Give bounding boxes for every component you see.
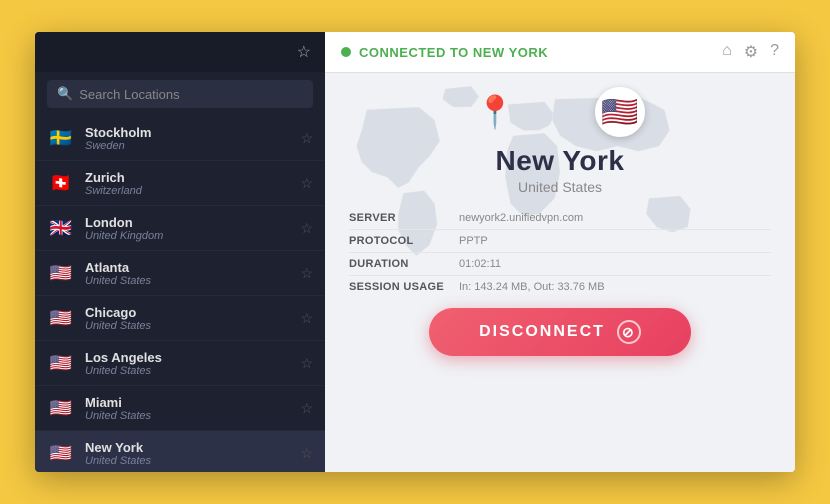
location-flag: 🇺🇸 [47,259,75,287]
info-row: SERVER newyork2.unifiedvpn.com [349,207,771,230]
location-flag: 🇸🇪 [47,124,75,152]
country-name: United States [518,179,602,195]
location-item[interactable]: 🇺🇸 Atlanta United States ☆ [35,251,325,296]
city-name: New York [495,145,624,177]
header-icons: ⌂ ⚙ ? [722,42,779,62]
app-window: ☆ 🔍 🇸🇪 Stockholm Sweden ☆ 🇨🇭 Zurich Swit… [35,32,795,472]
location-star-icon[interactable]: ☆ [300,175,313,192]
location-flag: 🇬🇧 [47,214,75,242]
location-name: Zurich [85,170,300,185]
location-country: Sweden [85,140,300,152]
location-country: Switzerland [85,185,300,197]
location-info: Miami United States [85,395,300,422]
location-star-icon[interactable]: ☆ [300,445,313,462]
settings-icon[interactable]: ⚙ [744,42,758,62]
location-country: United States [85,410,300,422]
location-flag: 🇨🇭 [47,169,75,197]
location-item[interactable]: 🇨🇭 Zurich Switzerland ☆ [35,161,325,206]
location-info: London United Kingdom [85,215,300,242]
location-item[interactable]: 🇺🇸 Chicago United States ☆ [35,296,325,341]
info-row: DURATION 01:02:11 [349,253,771,276]
map-area: 📍 🇺🇸 New York United States SERVER newyo… [325,73,795,472]
location-name: Miami [85,395,300,410]
location-info: Zurich Switzerland [85,170,300,197]
location-country: United Kingdom [85,230,300,242]
location-flag: 🇺🇸 [47,439,75,467]
disconnect-button[interactable]: DISCONNECT ⊘ [429,308,691,356]
location-star-icon[interactable]: ☆ [300,265,313,282]
location-name: Los Angeles [85,350,300,365]
location-name: New York [85,440,300,455]
info-value: In: 143.24 MB, Out: 33.76 MB [459,281,605,293]
main-panel: CONNECTED TO NEW YORK ⌂ ⚙ ? [325,32,795,472]
sidebar-header: ☆ [35,32,325,72]
info-value: PPTP [459,235,488,247]
location-flag: 🇺🇸 [47,304,75,332]
location-country: United States [85,320,300,332]
info-value: 01:02:11 [459,258,501,270]
location-info: Stockholm Sweden [85,125,300,152]
main-header: CONNECTED TO NEW YORK ⌂ ⚙ ? [325,32,795,73]
help-icon[interactable]: ? [770,42,779,62]
location-country: United States [85,365,300,377]
info-label: SERVER [349,212,459,224]
sidebar: ☆ 🔍 🇸🇪 Stockholm Sweden ☆ 🇨🇭 Zurich Swit… [35,32,325,472]
location-name: Chicago [85,305,300,320]
info-label: SESSION USAGE [349,281,459,293]
country-flag-circle: 🇺🇸 [595,87,645,137]
disconnect-label: DISCONNECT [479,323,605,341]
location-item[interactable]: 🇺🇸 Los Angeles United States ☆ [35,341,325,386]
info-label: DURATION [349,258,459,270]
home-icon[interactable]: ⌂ [722,42,732,62]
location-name: London [85,215,300,230]
search-icon: 🔍 [57,86,73,102]
info-value: newyork2.unifiedvpn.com [459,212,583,224]
location-name: Stockholm [85,125,300,140]
location-item[interactable]: 🇬🇧 London United Kingdom ☆ [35,206,325,251]
location-country: United States [85,275,300,287]
location-star-icon[interactable]: ☆ [300,355,313,372]
location-flag: 🇺🇸 [47,394,75,422]
map-content: 📍 🇺🇸 New York United States SERVER newyo… [325,73,795,366]
location-item[interactable]: 🇺🇸 New York United States ☆ [35,431,325,472]
location-list: 🇸🇪 Stockholm Sweden ☆ 🇨🇭 Zurich Switzerl… [35,116,325,472]
location-info: Los Angeles United States [85,350,300,377]
status-dot [341,47,351,57]
location-name: Atlanta [85,260,300,275]
location-flag: 🇺🇸 [47,349,75,377]
map-icons-row: 📍 🇺🇸 [475,87,645,137]
location-info: Chicago United States [85,305,300,332]
info-table: SERVER newyork2.unifiedvpn.com PROTOCOL … [349,207,771,298]
location-pin-icon: 📍 [475,93,515,131]
search-bar: 🔍 [47,80,313,108]
location-item[interactable]: 🇺🇸 Miami United States ☆ [35,386,325,431]
connection-status: CONNECTED TO NEW YORK [341,45,722,60]
location-info: Atlanta United States [85,260,300,287]
location-info: New York United States [85,440,300,467]
info-label: PROTOCOL [349,235,459,247]
country-flag: 🇺🇸 [601,95,638,130]
favorites-icon[interactable]: ☆ [297,42,311,62]
location-star-icon[interactable]: ☆ [300,220,313,237]
location-star-icon[interactable]: ☆ [300,310,313,327]
status-text: CONNECTED TO NEW YORK [359,45,548,60]
location-item[interactable]: 🇸🇪 Stockholm Sweden ☆ [35,116,325,161]
info-row: PROTOCOL PPTP [349,230,771,253]
location-star-icon[interactable]: ☆ [300,400,313,417]
info-row: SESSION USAGE In: 143.24 MB, Out: 33.76 … [349,276,771,298]
search-input[interactable] [79,87,303,102]
disconnect-icon: ⊘ [617,320,641,344]
location-star-icon[interactable]: ☆ [300,130,313,147]
location-country: United States [85,455,300,467]
